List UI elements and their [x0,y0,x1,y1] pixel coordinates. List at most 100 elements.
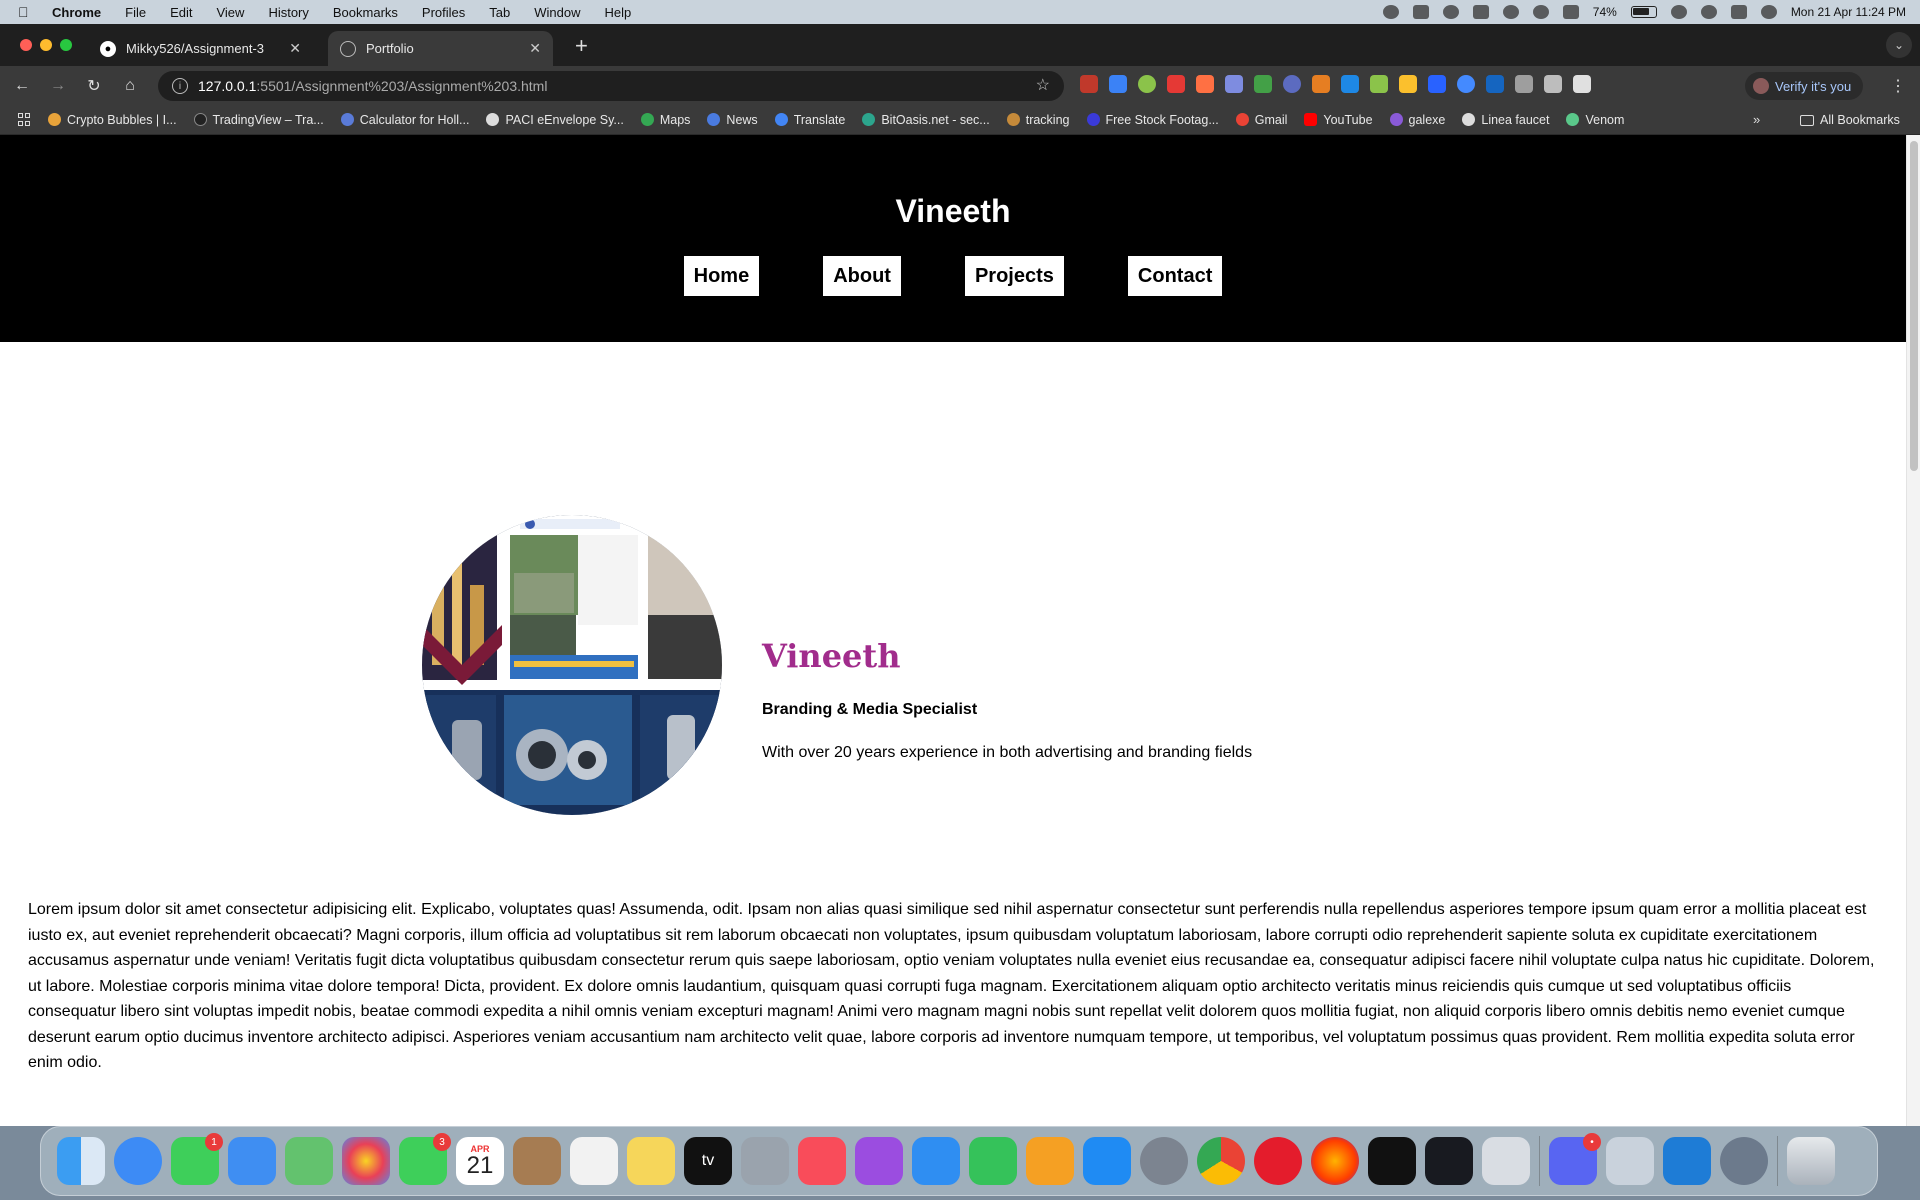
extension-icon[interactable] [1196,75,1214,93]
close-window-button[interactable] [20,39,32,51]
bookmark-item[interactable]: Venom [1566,113,1624,127]
extension-icon[interactable] [1225,75,1243,93]
launchpad-icon[interactable] [741,1137,789,1185]
bookmark-item[interactable]: Free Stock Footag... [1086,113,1219,127]
podcasts-icon[interactable] [855,1137,903,1185]
quicktime-icon[interactable] [1720,1137,1768,1185]
play-icon[interactable] [1532,5,1549,19]
page-scrollbar[interactable] [1906,135,1920,1126]
menu-clock[interactable]: Mon 21 Apr 11:24 PM [1791,5,1906,19]
bookmark-item[interactable]: TradingView – Tra... [193,113,324,127]
bookmark-item[interactable]: Maps [640,113,690,127]
bookmark-item[interactable]: Calculator for Holl... [340,113,469,127]
puzzle-extensions-icon[interactable] [1544,75,1562,93]
bookmark-item[interactable]: tracking [1006,113,1070,127]
menu-file[interactable]: File [125,5,146,20]
site-info-icon[interactable]: i [172,78,188,94]
acrobat-extension-icon[interactable] [1080,75,1098,93]
binance-icon[interactable] [1425,1137,1473,1185]
input-source-icon[interactable] [1562,5,1579,19]
metamask-extension-icon[interactable] [1312,75,1330,93]
apps-grid-icon[interactable] [18,112,32,127]
bookmark-item[interactable]: PACI eEnvelope Sy... [486,113,624,127]
address-bar[interactable]: i 127.0.0.1:5501/Assignment%203/Assignme… [158,71,1064,101]
extension-icon[interactable] [1486,75,1504,93]
profile-verify-button[interactable]: Verify it's you [1745,72,1864,100]
new-tab-button[interactable]: + [575,33,588,59]
extension-icon[interactable] [1515,75,1533,93]
music-icon[interactable] [798,1137,846,1185]
back-arrow-icon[interactable]: ← [4,77,40,95]
nav-about-link[interactable]: About [823,256,901,296]
bookmark-item[interactable]: Crypto Bubbles | I... [48,113,177,127]
discord-icon[interactable]: • [1549,1133,1601,1185]
nav-projects-link[interactable]: Projects [964,256,1064,296]
iphone-mirroring-icon[interactable] [1482,1137,1530,1185]
numbers-icon[interactable] [969,1137,1017,1185]
menu-history[interactable]: History [268,5,308,20]
photos-icon[interactable] [342,1137,390,1185]
contacts-icon[interactable] [513,1137,561,1185]
spotlight-search-icon[interactable] [1700,5,1717,19]
keynote-icon[interactable] [912,1137,960,1185]
menu-window[interactable]: Window [534,5,580,20]
preview-icon[interactable] [1606,1137,1654,1185]
finder-icon[interactable] [57,1137,105,1185]
wifi-icon[interactable] [1670,5,1687,19]
bookmark-item[interactable]: Linea faucet [1462,113,1549,127]
nav-contact-link[interactable]: Contact [1127,256,1223,296]
menu-view[interactable]: View [216,5,244,20]
close-tab-icon[interactable]: ✕ [289,40,301,57]
tab-search-chevron-icon[interactable]: ⌄ [1886,32,1912,58]
close-tab-icon[interactable]: ✕ [529,40,541,57]
more-menu-icon[interactable]: ⋮ [1890,76,1906,96]
extension-icon[interactable] [1283,75,1301,93]
reminders-icon[interactable] [570,1137,618,1185]
menu-tab[interactable]: Tab [489,5,510,20]
calendar-icon[interactable]: APR 21 [456,1137,504,1185]
status-app-icon[interactable] [1412,5,1429,19]
menu-help[interactable]: Help [605,5,632,20]
zoom-window-button[interactable] [60,39,72,51]
bookmark-item[interactable]: Gmail [1235,113,1287,127]
reload-icon[interactable]: ↻ [76,76,112,96]
apple-tv-icon[interactable]: tv [684,1137,732,1185]
menu-edit[interactable]: Edit [170,5,192,20]
bookmark-item[interactable]: YouTube [1304,113,1373,127]
facetime-icon[interactable]: 3 [399,1133,451,1185]
tab-github[interactable]: ● Mikky526/Assignment-3 ✕ [88,31,313,66]
more-bookmarks-chevron-icon[interactable]: » [1753,112,1760,127]
pages-icon[interactable] [1026,1137,1074,1185]
safari-icon[interactable] [114,1137,162,1185]
reading-list-icon[interactable] [1573,75,1591,93]
scrollbar-thumb[interactable] [1910,141,1918,471]
cloud-icon[interactable] [1442,5,1459,19]
vscode-icon[interactable] [1663,1137,1711,1185]
extension-icon[interactable] [1254,75,1272,93]
battery-icon[interactable] [1630,6,1657,18]
extension-icon[interactable] [1138,75,1156,93]
control-center-icon[interactable] [1730,5,1747,19]
opera-icon[interactable] [1254,1137,1302,1185]
extension-icon[interactable] [1457,75,1475,93]
menu-app-name[interactable]: Chrome [52,5,101,20]
bookmark-star-icon[interactable]: ☆ [1036,75,1050,95]
bookmark-item[interactable]: galexe [1389,113,1445,127]
trash-icon[interactable] [1787,1137,1835,1185]
menu-profiles[interactable]: Profiles [422,5,465,20]
home-icon[interactable]: ⌂ [112,77,148,95]
firefox-icon[interactable] [1311,1137,1359,1185]
creative-cloud-icon[interactable] [1382,5,1399,19]
extension-icon[interactable] [1341,75,1359,93]
all-bookmarks-button[interactable]: All Bookmarks [1800,113,1900,127]
notes-icon[interactable] [627,1137,675,1185]
bluetooth-icon[interactable] [1472,5,1489,19]
extension-icon[interactable] [1428,75,1446,93]
extension-icon[interactable] [1109,75,1127,93]
bookmark-item[interactable]: News [707,113,758,127]
airdrop-icon[interactable] [1502,5,1519,19]
extension-icon[interactable] [1167,75,1185,93]
forward-arrow-icon[interactable]: → [40,77,76,95]
nav-home-link[interactable]: Home [683,256,760,296]
tab-portfolio[interactable]: Portfolio ✕ [328,31,553,66]
